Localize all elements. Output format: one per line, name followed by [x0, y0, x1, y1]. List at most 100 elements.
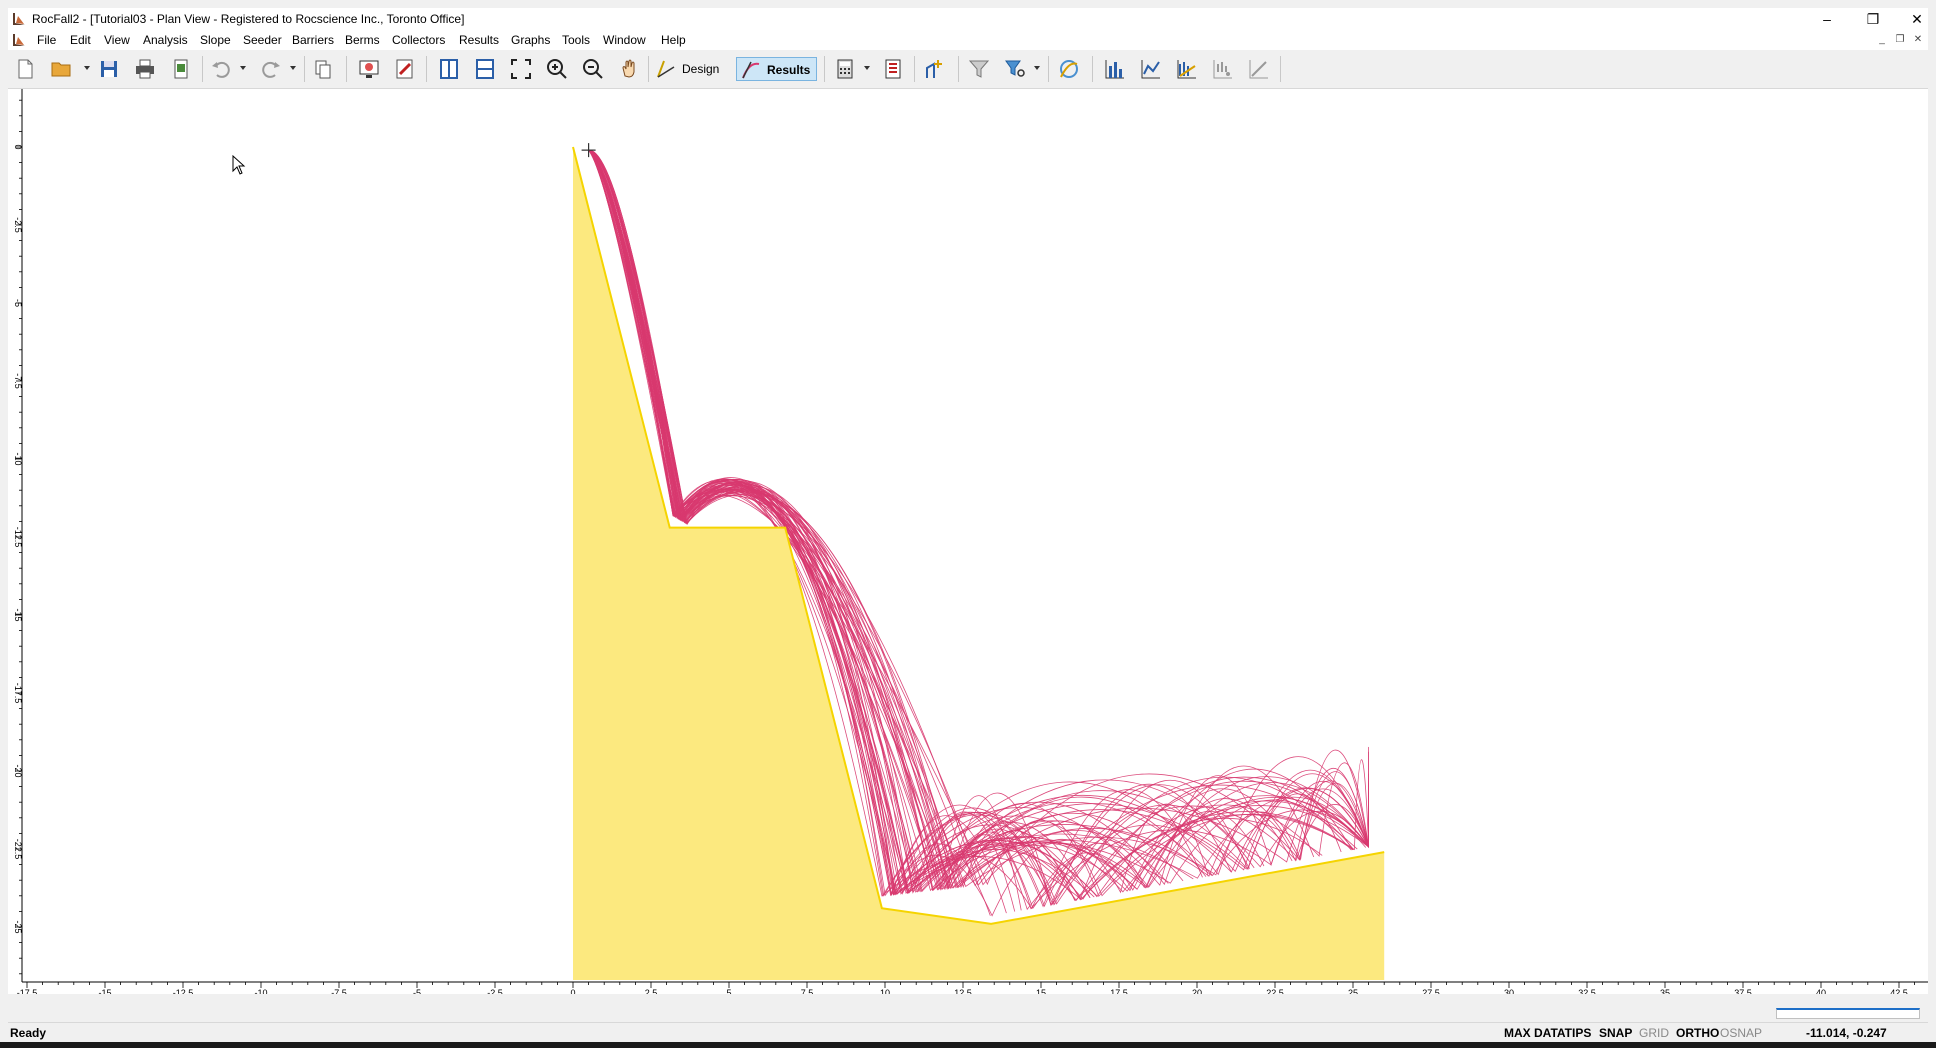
filter-settings-icon: [1005, 60, 1025, 77]
mouse-cursor-icon: [232, 155, 246, 175]
toolbar-separator: [958, 56, 959, 82]
scatter-graph-button[interactable]: [1246, 56, 1272, 82]
menu-analysis[interactable]: Analysis: [143, 33, 188, 47]
redo-button[interactable]: [258, 56, 284, 82]
child-minimize-button[interactable]: _: [1874, 32, 1890, 48]
toolbar-separator: [202, 56, 203, 82]
monitor-icon: [359, 60, 379, 78]
menu-results[interactable]: Results: [459, 33, 499, 47]
menu-help[interactable]: Help: [661, 33, 686, 47]
snap-toggle[interactable]: SNAP: [1599, 1026, 1632, 1040]
info-viewer-button[interactable]: [880, 56, 906, 82]
filter-options-button[interactable]: [1002, 56, 1028, 82]
trajectory-display-button[interactable]: [1056, 56, 1082, 82]
add-seeder-button[interactable]: [922, 56, 948, 82]
x-tick-label: -15: [98, 988, 111, 994]
x-tick-label: -17.5: [17, 988, 38, 994]
histogram-icon: [1105, 60, 1124, 79]
compute-button[interactable]: [832, 56, 858, 82]
menu-graphs[interactable]: Graphs: [511, 33, 550, 47]
x-tick-label: 20: [1192, 988, 1202, 994]
filter-dropdown-arrow[interactable]: [1034, 66, 1040, 70]
x-tick-label: 32.5: [1578, 988, 1596, 994]
x-tick-label: -7.5: [331, 988, 347, 994]
plan-view-canvas[interactable]: -17.5 -15 -12.5 -10 -7.5 -5 -2.5 0 2.5 5 7.5 10 12.5…: [8, 89, 1928, 994]
pan-hand-icon: [622, 59, 635, 78]
menu-window[interactable]: Window: [603, 33, 646, 47]
cursor-coordinates: -11.014, -0.247: [1806, 1026, 1887, 1040]
x-tick-label: 42.5: [1890, 988, 1908, 994]
menu-collectors[interactable]: Collectors: [392, 33, 445, 47]
toolbar-separator: [346, 56, 347, 82]
menu-barriers[interactable]: Barriers: [292, 33, 334, 47]
redo-arrow-icon: [262, 61, 280, 78]
end-point-graph-button[interactable]: [1210, 56, 1236, 82]
y-tick-label: -17.5: [13, 683, 23, 704]
menu-berms[interactable]: Berms: [345, 33, 380, 47]
redo-dropdown-arrow[interactable]: [290, 66, 296, 70]
print-button[interactable]: [132, 56, 158, 82]
zoom-out-button[interactable]: [580, 56, 606, 82]
menu-seeder[interactable]: Seeder: [243, 33, 282, 47]
print-preview-button[interactable]: [168, 56, 194, 82]
pan-button[interactable]: [616, 56, 642, 82]
path-graph-icon: [1177, 60, 1196, 79]
zoom-out-icon: [583, 59, 603, 79]
line-graph-button[interactable]: [1138, 56, 1164, 82]
filter-button[interactable]: [966, 56, 992, 82]
ortho-toggle[interactable]: ORTHO: [1676, 1026, 1719, 1040]
menu-view[interactable]: View: [104, 33, 130, 47]
zoom-in-button[interactable]: [544, 56, 570, 82]
grid-toggle[interactable]: GRID: [1639, 1026, 1669, 1040]
toolbar-separator: [1280, 56, 1281, 82]
rocfall-app-icon: [13, 13, 25, 25]
y-tick-label: -2.5: [13, 217, 23, 233]
save-button[interactable]: [96, 56, 122, 82]
copy-button[interactable]: [310, 56, 336, 82]
undo-dropdown-arrow[interactable]: [240, 66, 246, 70]
properties-button[interactable]: [392, 56, 418, 82]
menu-tools[interactable]: Tools: [562, 33, 590, 47]
x-tick-label: 5: [726, 988, 731, 994]
y-tick-label: -15: [13, 608, 23, 621]
max-datatips-toggle[interactable]: MAX DATATIPS: [1504, 1026, 1591, 1040]
zoom-extents-icon: [511, 59, 531, 79]
y-tick-label: -7.5: [13, 373, 23, 389]
display-options-button[interactable]: [356, 56, 382, 82]
new-file-icon: [18, 59, 33, 79]
menu-file[interactable]: File: [37, 33, 56, 47]
undo-button[interactable]: [208, 56, 234, 82]
copy-icon: [315, 60, 331, 79]
results-mode-button[interactable]: Results: [736, 57, 818, 81]
open-file-button[interactable]: [48, 56, 74, 82]
x-tick-label: 7.5: [801, 988, 814, 994]
status-bar: Ready MAX DATATIPS SNAP GRID ORTHO OSNAP…: [8, 1022, 1928, 1043]
path-graph-button[interactable]: [1174, 56, 1200, 82]
tile-horizontal-button[interactable]: [472, 56, 498, 82]
compute-dropdown-arrow[interactable]: [864, 66, 870, 70]
horizontal-scrollbar[interactable]: [8, 996, 1928, 1019]
zoom-extents-button[interactable]: [508, 56, 534, 82]
window-minimize-button[interactable]: –: [1804, 8, 1850, 30]
x-tick-label: 17.5: [1110, 988, 1128, 994]
tile-vertical-button[interactable]: [436, 56, 462, 82]
menu-edit[interactable]: Edit: [70, 33, 91, 47]
y-tick-label: -20: [13, 764, 23, 777]
window-close-button[interactable]: ✕: [1894, 8, 1936, 30]
osnap-toggle[interactable]: OSNAP: [1720, 1026, 1762, 1040]
new-file-button[interactable]: [12, 56, 38, 82]
child-restore-button[interactable]: ❐: [1892, 32, 1908, 48]
toolbar-separator: [1092, 56, 1093, 82]
x-tick-label: 2.5: [645, 988, 658, 994]
toolbar: Design Results: [8, 50, 1928, 89]
design-mode-button[interactable]: Design: [652, 57, 725, 81]
design-mode-label: Design: [682, 62, 720, 76]
window-restore-button[interactable]: ❐: [1850, 8, 1896, 30]
x-tick-label: 27.5: [1422, 988, 1440, 994]
histogram-button[interactable]: [1102, 56, 1128, 82]
menu-slope[interactable]: Slope: [200, 33, 231, 47]
scrollbar-thumb[interactable]: [1776, 1008, 1920, 1019]
x-tick-label: 0: [570, 988, 575, 994]
open-dropdown-arrow[interactable]: [84, 66, 90, 70]
child-close-button[interactable]: ✕: [1910, 32, 1926, 48]
